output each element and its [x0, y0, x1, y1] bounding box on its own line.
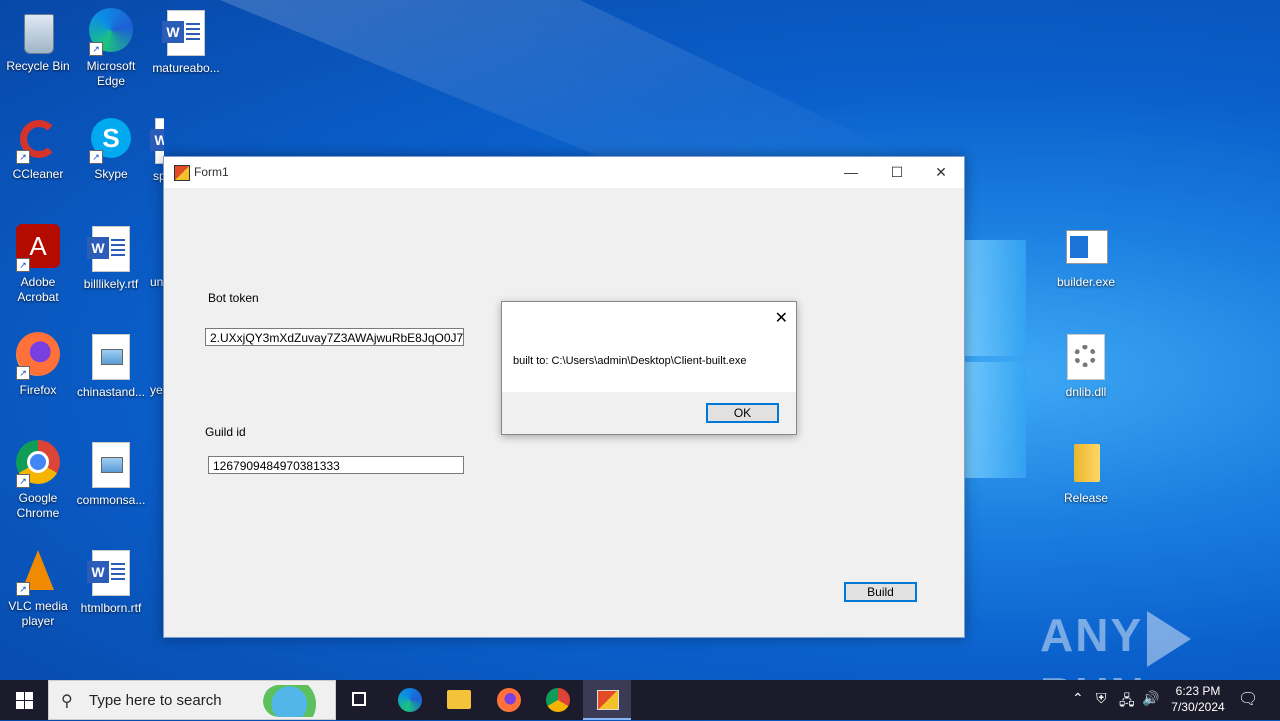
- icon-label: un: [150, 275, 164, 289]
- close-button[interactable]: ✕: [918, 157, 964, 188]
- desktop-icon-release[interactable]: Release: [1048, 440, 1124, 506]
- play-icon: [1147, 610, 1192, 667]
- firefox-icon: ↗: [14, 332, 62, 380]
- form1-titlebar[interactable]: Form1 — ☐ ✕: [164, 157, 964, 188]
- skype-icon: S ↗: [87, 116, 135, 164]
- watermark-left-text: ANY: [1040, 609, 1144, 661]
- icon-label: dnlib.dll: [1065, 385, 1107, 399]
- task-view-button[interactable]: [336, 680, 384, 720]
- icon-label: billlikely.rtf: [83, 277, 139, 291]
- image-file-icon: [87, 442, 135, 490]
- icon-label: matureabo...: [152, 61, 220, 75]
- start-button[interactable]: [0, 680, 48, 720]
- search-icon: ⚲: [61, 693, 73, 710]
- app-icon: [174, 165, 190, 181]
- icon-label: Adobe Acrobat: [17, 275, 59, 304]
- taskbar-form1-app[interactable]: [583, 680, 631, 720]
- desktop-icon-commonsa[interactable]: commonsa...: [73, 440, 149, 508]
- desktop-icon-google-chrome[interactable]: ↗ Google Chrome: [0, 440, 76, 521]
- security-icon[interactable]: ⛨: [1096, 690, 1107, 707]
- close-icon[interactable]: ✕: [775, 308, 788, 328]
- edge-icon: ↗: [87, 8, 135, 56]
- desktop-icon-firefox[interactable]: ↗ Firefox: [0, 332, 76, 398]
- gear-icon: [1062, 334, 1110, 382]
- app-icon: [597, 690, 619, 710]
- image-file-icon: [87, 334, 135, 382]
- taskbar-search-box[interactable]: ⚲ Type here to search: [48, 680, 336, 720]
- ccleaner-icon: ↗: [14, 116, 62, 164]
- taskbar-edge[interactable]: [386, 680, 434, 720]
- chevron-up-icon[interactable]: ⌃: [1072, 690, 1084, 707]
- window-title: Form1: [194, 165, 229, 179]
- icon-label: chinastand...: [76, 385, 146, 399]
- volume-icon[interactable]: 🔊: [1142, 690, 1159, 707]
- bot-token-input[interactable]: 2.UXxjQY3mXdZuvay7Z3AWAjwuRbE8JqO0J7bZhE: [205, 328, 464, 346]
- icon-label: sp: [153, 169, 164, 183]
- desktop-icon-microsoft-edge[interactable]: ↗ Microsoft Edge: [73, 8, 149, 89]
- desktop-icon-htmlborn[interactable]: W htmlborn.rtf: [73, 548, 149, 616]
- word-document-icon: W: [150, 118, 164, 166]
- desktop-icon-matureabo[interactable]: W matureabo...: [148, 8, 224, 76]
- task-view-icon: [352, 692, 366, 706]
- network-icon[interactable]: 🖧: [1119, 690, 1135, 714]
- taskbar-firefox[interactable]: [485, 680, 533, 720]
- desktop-icon-dnlib[interactable]: dnlib.dll: [1048, 332, 1124, 400]
- desktop-icon-chinastand[interactable]: chinastand...: [73, 332, 149, 400]
- icon-label: builder.exe: [1056, 275, 1116, 289]
- message-box-dialog: ✕ built to: C:\Users\admin\Desktop\Clien…: [501, 301, 797, 435]
- search-highlight-icon: [263, 685, 329, 717]
- folder-icon: [1062, 440, 1110, 488]
- icon-label: Firefox: [19, 383, 57, 397]
- guild-id-label: Guild id: [205, 425, 246, 439]
- icon-label: ye: [150, 383, 163, 397]
- guild-id-input[interactable]: 1267909484970381333: [208, 456, 464, 474]
- message-text: built to: C:\Users\admin\Desktop\Client-…: [513, 355, 747, 367]
- vlc-cone-icon: ↗: [14, 548, 62, 596]
- maximize-button[interactable]: ☐: [874, 157, 920, 188]
- desktop-icon-vlc[interactable]: ↗ VLC media player: [0, 548, 76, 629]
- desktop-icon-adobe-acrobat[interactable]: A ↗ Adobe Acrobat: [0, 224, 76, 305]
- clock[interactable]: 6:23 PM 7/30/2024: [1160, 683, 1236, 715]
- desktop-icon-skype[interactable]: S ↗ Skype: [73, 116, 149, 182]
- icon-label: commonsa...: [76, 493, 146, 507]
- edge-icon: [398, 688, 422, 712]
- desktop-icon-builder[interactable]: builder.exe: [1048, 224, 1124, 290]
- icon-label: CCleaner: [12, 167, 64, 181]
- desktop-icon-sp[interactable]: W sp: [148, 116, 164, 184]
- message-box-footer: OK: [502, 392, 796, 434]
- chrome-icon: [546, 688, 570, 712]
- desktop-icon-billlikely[interactable]: W billlikely.rtf: [73, 224, 149, 292]
- icon-label: htmlborn.rtf: [80, 601, 142, 615]
- taskbar-chrome[interactable]: [534, 680, 582, 720]
- chrome-icon: ↗: [14, 440, 62, 488]
- icon-label: Skype: [94, 167, 128, 181]
- word-document-icon: W: [87, 226, 135, 274]
- wallpaper-windows-logo: [960, 240, 1030, 480]
- bot-token-label: Bot token: [208, 291, 259, 305]
- icon-label: Microsoft Edge: [86, 59, 136, 88]
- icon-label: Recycle Bin: [6, 59, 70, 73]
- windows-logo-icon: [16, 692, 24, 700]
- recycle-bin-icon: [14, 8, 62, 56]
- desktop-icon-recycle-bin[interactable]: Recycle Bin: [0, 8, 76, 74]
- executable-window-icon: [1062, 224, 1110, 272]
- build-button[interactable]: Build: [844, 582, 917, 602]
- folder-icon: [447, 690, 471, 709]
- firefox-icon: [497, 688, 521, 712]
- taskbar-file-explorer[interactable]: [435, 680, 483, 720]
- adobe-acrobat-icon: A ↗: [14, 224, 62, 272]
- ok-button[interactable]: OK: [706, 403, 779, 423]
- word-document-icon: W: [162, 10, 210, 58]
- word-document-icon: W: [87, 550, 135, 598]
- icon-label: Release: [1063, 491, 1109, 505]
- clock-date: 7/30/2024: [1171, 700, 1225, 714]
- desktop-icon-ccleaner[interactable]: ↗ CCleaner: [0, 116, 76, 182]
- search-placeholder: Type here to search: [89, 692, 222, 709]
- icon-label: Google Chrome: [16, 491, 60, 520]
- icon-label: VLC media player: [8, 599, 68, 628]
- minimize-button[interactable]: —: [828, 157, 874, 188]
- clock-time: 6:23 PM: [1175, 684, 1221, 698]
- taskbar: ⚲ Type here to search ⌃ ⛨ 🖧 🔊 6:23 PM 7/…: [0, 680, 1280, 720]
- notification-icon[interactable]: 🗨: [1238, 689, 1258, 709]
